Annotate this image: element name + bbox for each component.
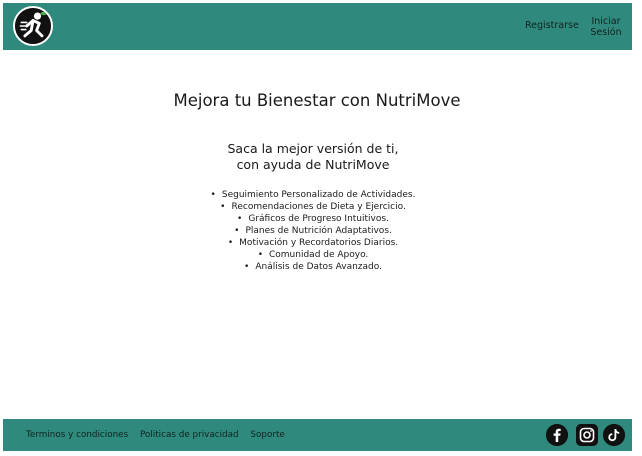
- bullet-icon: •: [234, 226, 240, 236]
- feature-item: • Análisis de Datos Avanzado.: [244, 262, 382, 272]
- feature-list: • Seguimiento Personalizado de Actividade…: [0, 189, 626, 273]
- footer: Terminos y condiciones Politicas de priv…: [3, 419, 632, 451]
- feature-item: • Comunidad de Apoyo.: [257, 250, 369, 260]
- feature-item: • Seguimiento Personalizado de Actividade…: [210, 190, 416, 200]
- bullet-icon: •: [210, 190, 216, 200]
- page: Registrarse Iniciar Sesión Mejora tu Bie…: [0, 0, 642, 456]
- privacy-link[interactable]: Politicas de privacidad: [140, 430, 239, 440]
- page-title: Mejora tu Bienestar con NutriMove: [173, 91, 461, 110]
- bullet-icon: •: [237, 214, 243, 224]
- instagram-icon[interactable]: [576, 424, 598, 446]
- feature-item: • Gráficos de Progreso Intuitivos.: [237, 214, 389, 224]
- top-navbar: Registrarse Iniciar Sesión: [3, 3, 632, 50]
- support-link[interactable]: Soporte: [250, 430, 284, 440]
- subtitle-line-1: Saca la mejor versión de ti,: [227, 141, 399, 156]
- footer-links: Terminos y condiciones Politicas de priv…: [26, 430, 294, 440]
- bullet-icon: •: [220, 202, 226, 212]
- feature-item: • Recomendaciones de Dieta y Ejercicio.: [220, 202, 406, 212]
- hero-subtitle: Saca la mejor versión de ti, con ayuda d…: [0, 141, 626, 172]
- facebook-icon[interactable]: [546, 424, 568, 446]
- register-link[interactable]: Registrarse: [525, 20, 579, 31]
- feature-item: • Motivación y Recordatorios Diarios.: [227, 238, 399, 248]
- subtitle-line-2: con ayuda de NutriMove: [236, 156, 390, 172]
- feature-item: • Planes de Nutrición Adaptativos.: [234, 226, 392, 236]
- bullet-icon: •: [227, 238, 234, 248]
- bullet-icon: •: [244, 262, 250, 272]
- login-link[interactable]: Iniciar Sesión: [589, 16, 623, 38]
- terms-link[interactable]: Terminos y condiciones: [26, 430, 128, 440]
- bullet-icon: •: [257, 250, 263, 260]
- runner-logo-icon[interactable]: [13, 6, 53, 46]
- tiktok-icon[interactable]: [603, 424, 625, 446]
